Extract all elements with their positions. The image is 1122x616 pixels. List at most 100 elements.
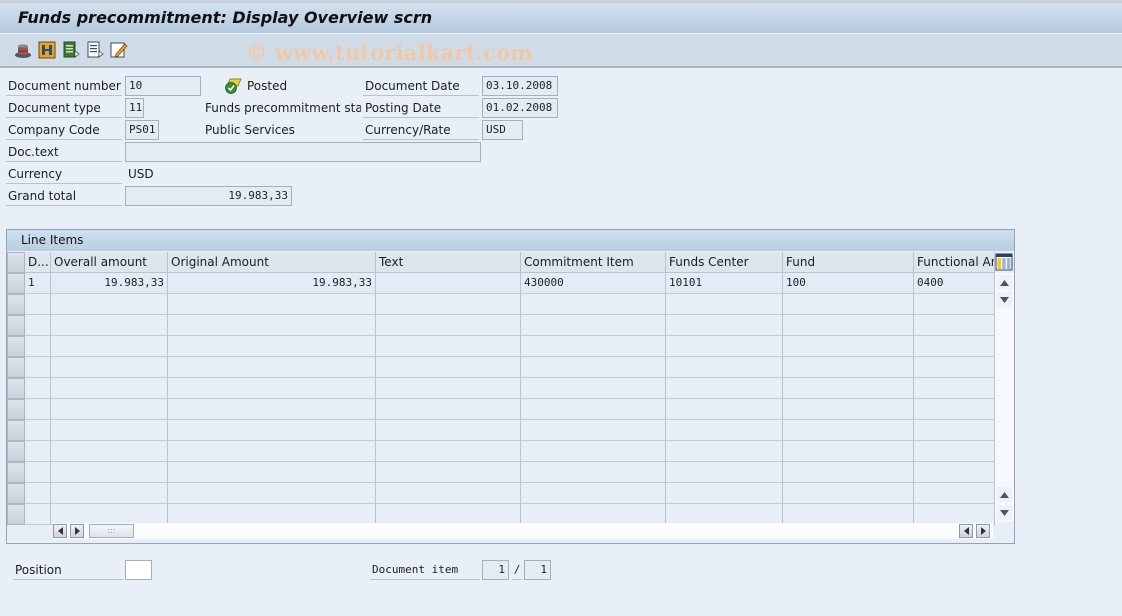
table-cell <box>521 336 666 357</box>
doc-arrow-icon[interactable] <box>86 41 104 59</box>
row-selector[interactable] <box>7 378 25 399</box>
row-selector[interactable] <box>7 357 25 378</box>
table-cell <box>168 399 376 420</box>
doc-text-field[interactable] <box>125 142 481 162</box>
table-cell <box>376 273 521 294</box>
horizontal-scroll-thumb[interactable]: ::: <box>89 524 134 538</box>
scroll-up-button-bottom[interactable] <box>997 487 1012 502</box>
table-row[interactable] <box>7 294 995 315</box>
table-cell <box>25 483 51 504</box>
status-text: Posted <box>247 79 288 93</box>
scroll-left-button[interactable] <box>53 524 67 538</box>
row-selector[interactable] <box>7 294 25 315</box>
table-cell <box>783 357 914 378</box>
table-cell <box>25 336 51 357</box>
table-cell <box>783 315 914 336</box>
table-cell <box>783 462 914 483</box>
vertical-scrollbar[interactable] <box>995 273 1014 522</box>
table-cell <box>168 420 376 441</box>
document-type-field[interactable]: 11 <box>125 98 144 118</box>
table-cell <box>914 357 995 378</box>
table-row[interactable] <box>7 441 995 462</box>
select-all-button[interactable] <box>7 252 25 273</box>
document-item-current: 1 <box>482 560 509 580</box>
table-cell <box>666 441 783 462</box>
table-cell <box>783 336 914 357</box>
table-cell <box>914 483 995 504</box>
column-header[interactable]: D... <box>25 252 51 273</box>
row-selector[interactable] <box>7 420 25 441</box>
table-cell <box>168 336 376 357</box>
table-cell <box>666 315 783 336</box>
column-header[interactable]: Text <box>376 252 521 273</box>
table-cell <box>25 294 51 315</box>
structure-icon[interactable] <box>38 41 56 59</box>
table-row[interactable] <box>7 483 995 504</box>
table-cell: 19.983,33 <box>168 273 376 294</box>
table-row[interactable] <box>7 378 995 399</box>
scroll-down-button-bottom[interactable] <box>997 505 1012 520</box>
column-header[interactable]: Original Amount <box>168 252 376 273</box>
scroll-down-button[interactable] <box>997 292 1012 307</box>
green-doc-arrow-icon[interactable] <box>62 41 80 59</box>
table-cell <box>666 294 783 315</box>
horizontal-scrollbar[interactable]: ::: <box>53 523 993 539</box>
table-row[interactable] <box>7 357 995 378</box>
company-code-field[interactable]: PS01 <box>125 120 159 140</box>
scroll-right-button[interactable] <box>70 524 84 538</box>
table-cell <box>521 462 666 483</box>
title-bar: Funds precommitment: Display Overview sc… <box>0 0 1122 34</box>
column-config-icon[interactable] <box>995 253 1013 271</box>
scroll-up-button[interactable] <box>997 275 1012 290</box>
currency-rate-field[interactable]: USD <box>482 120 523 140</box>
table-row[interactable] <box>7 399 995 420</box>
table-cell <box>666 357 783 378</box>
table-cell <box>25 420 51 441</box>
column-header[interactable]: Fund <box>783 252 914 273</box>
table-row[interactable] <box>7 504 995 525</box>
table-cell <box>376 462 521 483</box>
table-cell <box>51 462 168 483</box>
document-date-field[interactable]: 03.10.2008 <box>482 76 558 96</box>
grand-total-field[interactable]: 19.983,33 <box>125 186 292 206</box>
line-items-title: Line Items <box>7 230 1014 251</box>
edit-pencil-icon[interactable] <box>110 41 128 59</box>
table-row[interactable] <box>7 315 995 336</box>
application-toolbar: © www.tutorialkart.com <box>0 34 1122 68</box>
row-selector[interactable] <box>7 336 25 357</box>
column-header[interactable]: Functional Are <box>914 252 995 273</box>
table-cell <box>914 315 995 336</box>
table-cell <box>376 378 521 399</box>
column-header[interactable]: Commitment Item <box>521 252 666 273</box>
table-cell <box>376 336 521 357</box>
table-row[interactable] <box>7 462 995 483</box>
row-selector[interactable] <box>7 441 25 462</box>
posting-date-field[interactable]: 01.02.2008 <box>482 98 558 118</box>
table-row[interactable]: 1 19.983,33 19.983,33 430000 10101 100 0400 <box>7 273 995 294</box>
document-type-label: Document type <box>6 98 122 118</box>
currency-value: USD <box>128 167 154 181</box>
position-label: Position <box>13 560 123 580</box>
row-selector[interactable] <box>7 273 25 294</box>
table-cell <box>666 399 783 420</box>
scroll-left-button-right[interactable] <box>959 524 973 538</box>
row-selector[interactable] <box>7 504 25 525</box>
table-cell <box>914 378 995 399</box>
table-cell <box>168 504 376 525</box>
row-selector[interactable] <box>7 483 25 504</box>
row-selector[interactable] <box>7 315 25 336</box>
table-cell <box>783 399 914 420</box>
hat-icon[interactable] <box>14 41 32 59</box>
column-header[interactable]: Overall amount <box>51 252 168 273</box>
line-items-panel: Line Items D... Overall amount Original Am… <box>6 229 1015 544</box>
table-row[interactable] <box>7 336 995 357</box>
row-selector[interactable] <box>7 399 25 420</box>
position-input[interactable] <box>125 560 152 580</box>
table-row[interactable] <box>7 420 995 441</box>
document-number-field[interactable]: 10 <box>125 76 201 96</box>
row-selector[interactable] <box>7 462 25 483</box>
table-cell <box>521 504 666 525</box>
column-header[interactable]: Funds Center <box>666 252 783 273</box>
table-cell <box>51 294 168 315</box>
scroll-right-button-right[interactable] <box>976 524 990 538</box>
